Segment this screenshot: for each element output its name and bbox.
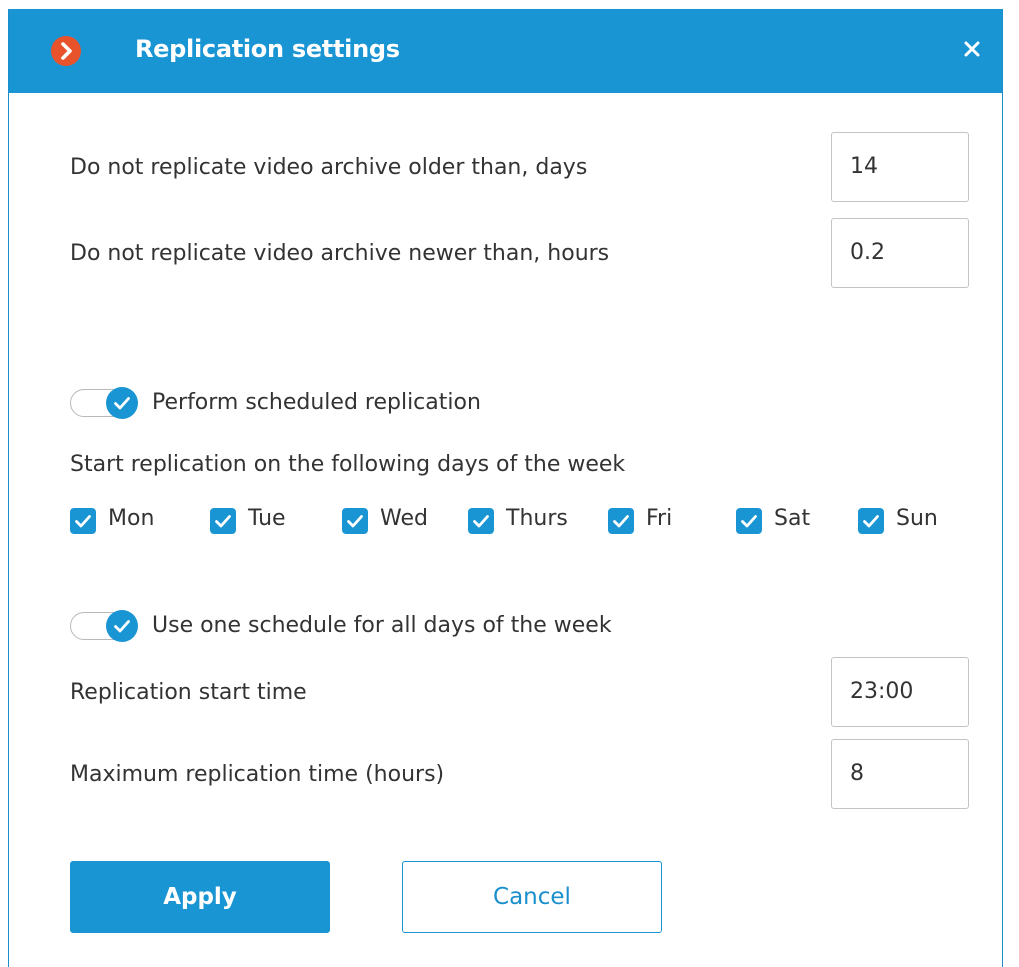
start-time-input[interactable]: 23:00 [831, 657, 969, 727]
checkbox-checked-icon [736, 508, 762, 534]
one-schedule-label: Use one schedule for all days of the wee… [152, 613, 612, 638]
checkbox-label: Thurs [506, 506, 568, 531]
checkbox-checked-icon [608, 508, 634, 534]
checkbox-label: Mon [108, 506, 155, 531]
checkbox-label: Tue [248, 506, 286, 531]
archive-older-label: Do not replicate video archive older tha… [70, 155, 588, 180]
checkbox-label: Sat [774, 506, 811, 531]
close-icon[interactable] [956, 33, 988, 65]
scheduled-replication-label: Perform scheduled replication [152, 390, 481, 415]
days-checkbox-row: Mon Tue Wed Thurs Fri Sat Sun [70, 505, 970, 537]
app-logo-icon [51, 36, 81, 66]
one-schedule-toggle[interactable] [70, 610, 138, 642]
check-icon [106, 387, 138, 419]
cancel-button[interactable]: Cancel [402, 861, 662, 933]
checkbox-label: Sun [896, 506, 938, 531]
title-bar: Replication settings [9, 9, 1002, 93]
dialog-title: Replication settings [135, 35, 400, 63]
checkbox-checked-icon [858, 508, 884, 534]
archive-newer-label: Do not replicate video archive newer tha… [70, 241, 610, 266]
days-of-week-label: Start replication on the following days … [70, 452, 626, 477]
checkbox-label: Wed [380, 506, 428, 531]
start-time-label: Replication start time [70, 680, 307, 705]
checkbox-label: Fri [646, 506, 673, 531]
replication-settings-dialog: Replication settings Do not replicate vi… [8, 9, 1003, 967]
checkbox-checked-icon [468, 508, 494, 534]
checkbox-checked-icon [210, 508, 236, 534]
scheduled-replication-toggle[interactable] [70, 387, 138, 419]
check-icon [106, 610, 138, 642]
apply-button[interactable]: Apply [70, 861, 330, 933]
max-time-label: Maximum replication time (hours) [70, 762, 445, 787]
checkbox-checked-icon [342, 508, 368, 534]
archive-newer-input[interactable]: 0.2 [831, 218, 969, 288]
checkbox-checked-icon [70, 508, 96, 534]
max-time-input[interactable]: 8 [831, 739, 969, 809]
archive-older-input[interactable]: 14 [831, 132, 969, 202]
